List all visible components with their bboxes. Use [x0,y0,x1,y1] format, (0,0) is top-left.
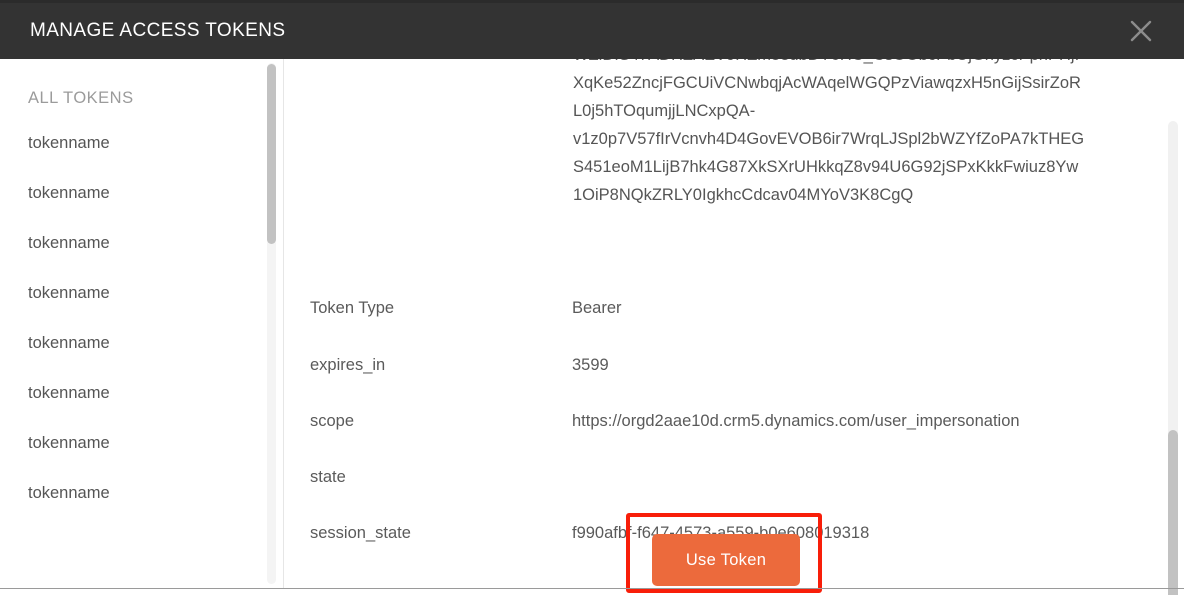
access-token-line: L0j5hTOqumjjLNCxpQA- [573,102,756,120]
detail-value: 3599 [572,356,609,374]
sidebar-item-token[interactable]: tokenname [28,434,266,453]
token-list-scroll-content: ALL TOKENS tokenname tokenname tokenname… [0,59,266,534]
access-token-line: 1OiP8NQkZRLY0IgkhcCdcav04MYoV3K8CgQ [573,186,914,204]
detail-label: Token Type [310,299,395,317]
close-button[interactable] [1120,10,1162,52]
token-list-sidebar: ALL TOKENS tokenname tokenname tokenname… [0,59,284,588]
token-detail-panel: WZiDIS47ADHZAEV9HZm58dbDY6HC_CsOObcPbUjG… [284,59,1184,588]
use-token-button[interactable]: Use Token [652,534,800,586]
access-token-value: WZiDIS47ADHZAEV9HZm58dbDY6HC_CsOObcPbUjG… [573,59,1133,209]
detail-row-scope: scope https://orgd2aae10d.crm5.dynamics.… [284,412,1184,438]
modal-body: ALL TOKENS tokenname tokenname tokenname… [0,59,1184,595]
sidebar-item-token[interactable]: tokenname [28,184,266,203]
detail-label: session_state [310,524,411,542]
sidebar-item-token[interactable]: tokenname [28,334,266,353]
sidebar-item-token[interactable]: tokenname [28,134,266,153]
detail-label: state [310,468,346,486]
sidebar-item-token[interactable]: tokenname [28,384,266,403]
modal-header: MANAGE ACCESS TOKENS [0,3,1184,59]
sidebar-item-token[interactable]: tokenname [28,284,266,303]
access-token-line: v1z0p7V57fIrVcnvh4D4GovEVOB6ir7WrqLJSpl2… [573,130,1085,148]
bottom-divider [0,588,1184,589]
sidebar-heading-all-tokens: ALL TOKENS [28,89,134,107]
detail-value: Bearer [572,299,622,317]
detail-row-state: state [284,468,1184,494]
sidebar-item-token[interactable]: tokenname [28,484,266,503]
access-token-line: XqKe52ZncjFGCUiVCNwbqjAcWAqelWGQPzViawqz… [573,74,1081,92]
close-icon [1128,18,1154,44]
detail-label: expires_in [310,356,386,374]
sidebar-item-token[interactable]: tokenname [28,234,266,253]
page-scrollbar-thumb[interactable] [1168,430,1178,595]
page-title: MANAGE ACCESS TOKENS [30,20,286,41]
manage-access-tokens-modal: MANAGE ACCESS TOKENS ALL TOKENS tokennam… [0,0,1184,595]
access-token-line: WZiDIS47ADHZAEV9HZm58dbDY6HC_CsOObcPbUjG… [573,59,1133,69]
sidebar-scrollbar-thumb[interactable] [267,64,276,244]
detail-row-token-type: Token Type Bearer [284,299,1184,325]
detail-value: https://orgd2aae10d.crm5.dynamics.com/us… [572,412,1020,430]
detail-label: scope [310,412,355,430]
access-token-line: S451eoM1LijB7hk4G87XkSXrUHkkqZ8v94U6G92j… [573,158,1079,176]
detail-row-expires-in: expires_in 3599 [284,356,1184,382]
